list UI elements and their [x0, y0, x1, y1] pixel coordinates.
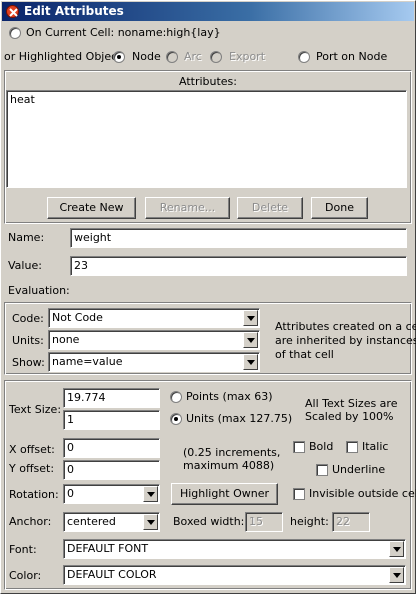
name-input-value: weight	[74, 231, 112, 244]
chevron-down-icon[interactable]	[389, 541, 404, 557]
export-radio[interactable]	[210, 51, 222, 63]
chevron-down-icon[interactable]	[143, 486, 158, 502]
attributes-header: Attributes:	[178, 75, 237, 88]
rotation-label: Rotation:	[9, 488, 59, 501]
code-dropdown-value: Not Code	[52, 311, 103, 324]
chevron-down-icon[interactable]	[243, 354, 258, 370]
chevron-down-icon[interactable]	[243, 310, 258, 326]
y-offset-label: Y offset:	[9, 462, 55, 475]
text-size-units-value: 1	[67, 413, 74, 426]
units-radio[interactable]	[170, 413, 182, 425]
radio-selected-dot	[117, 55, 121, 59]
inheritance-note-line: of that cell	[275, 348, 334, 361]
inheritance-note-line: Attributes created on a cell	[275, 320, 416, 333]
show-dropdown-value: name=value	[52, 355, 123, 368]
increments-note-line: (0.25 increments,	[183, 446, 281, 459]
port-on-node-label: Port on Node	[316, 50, 388, 63]
arc-label: Arc	[184, 50, 202, 63]
scale-note-line: Scaled by 100%	[305, 410, 394, 423]
current-cell-label: On Current Cell: noname:high{lay}	[26, 26, 221, 39]
create-new-button[interactable]: Create New	[47, 197, 136, 219]
height-input[interactable]: 22	[332, 512, 370, 532]
attributes-list[interactable]: heat	[6, 90, 407, 188]
value-input[interactable]: 23	[70, 256, 407, 276]
scale-note-line: All Text Sizes are	[305, 397, 398, 410]
font-dropdown[interactable]: DEFAULT FONT	[63, 539, 406, 559]
text-size-label: Text Size:	[9, 403, 62, 416]
increments-note-line: maximum 4088)	[183, 459, 275, 472]
rotation-dropdown[interactable]: 0	[63, 484, 160, 504]
invisible-outside-cell-label: Invisible outside cell	[309, 487, 416, 500]
x-offset-value: 0	[67, 441, 74, 454]
evaluation-label: Evaluation:	[8, 284, 70, 297]
node-radio[interactable]	[113, 51, 125, 63]
attribute-item[interactable]: heat	[10, 93, 35, 107]
radio-selected-dot	[174, 417, 178, 421]
bold-label: Bold	[309, 440, 334, 453]
units-dropdown[interactable]: none	[48, 330, 260, 350]
name-input[interactable]: weight	[70, 228, 407, 248]
arc-radio[interactable]	[166, 51, 178, 63]
inheritance-note-line: are inherited by instances	[275, 334, 416, 347]
code-label: Code:	[12, 312, 44, 325]
delete-button[interactable]: Delete	[237, 197, 303, 219]
y-offset-value: 0	[67, 463, 74, 476]
chevron-down-icon[interactable]	[243, 332, 258, 348]
boxed-width-label: Boxed width:	[173, 515, 245, 528]
app-icon	[6, 5, 19, 18]
color-label: Color:	[9, 569, 42, 582]
rotation-dropdown-value: 0	[67, 487, 74, 500]
text-size-points-value: 19.774	[67, 391, 106, 404]
show-label: Show:	[12, 356, 45, 369]
italic-checkbox[interactable]	[346, 441, 358, 453]
italic-label: Italic	[362, 440, 389, 453]
chevron-down-icon[interactable]	[389, 567, 404, 583]
current-cell-radio[interactable]	[9, 27, 21, 39]
node-label: Node	[132, 50, 161, 63]
units-dropdown-value: none	[52, 333, 80, 346]
value-label: Value:	[8, 259, 42, 272]
x-offset-input[interactable]: 0	[63, 438, 160, 458]
rename-button[interactable]: Rename...	[145, 197, 230, 219]
show-dropdown[interactable]: name=value	[48, 352, 260, 372]
font-label: Font:	[9, 543, 37, 556]
underline-label: Underline	[332, 463, 386, 476]
boxed-width-input[interactable]: 15	[245, 512, 283, 532]
height-value: 22	[336, 515, 350, 528]
value-input-value: 23	[74, 259, 88, 272]
color-dropdown-value: DEFAULT COLOR	[67, 568, 157, 581]
window-title: Edit Attributes	[24, 4, 124, 18]
code-dropdown[interactable]: Not Code	[48, 308, 260, 328]
name-label: Name:	[8, 231, 45, 244]
port-on-node-radio[interactable]	[298, 51, 310, 63]
chevron-down-icon[interactable]	[143, 514, 158, 530]
done-button[interactable]: Done	[311, 197, 368, 219]
text-size-units-input[interactable]: 1	[63, 410, 160, 430]
underline-checkbox[interactable]	[316, 464, 328, 476]
units-label: Units:	[12, 334, 44, 347]
y-offset-input[interactable]: 0	[63, 460, 160, 480]
font-dropdown-value: DEFAULT FONT	[67, 542, 149, 555]
anchor-dropdown-value: centered	[67, 515, 116, 528]
text-size-points-input[interactable]: 19.774	[63, 388, 160, 408]
boxed-width-value: 15	[249, 515, 263, 528]
height-label: height:	[290, 515, 329, 528]
anchor-dropdown[interactable]: centered	[63, 512, 160, 532]
points-radio[interactable]	[170, 391, 182, 403]
bold-checkbox[interactable]	[293, 441, 305, 453]
anchor-label: Anchor:	[9, 515, 52, 528]
points-label: Points (max 63)	[186, 390, 273, 403]
color-dropdown[interactable]: DEFAULT COLOR	[63, 565, 406, 585]
invisible-outside-cell-checkbox[interactable]	[293, 488, 305, 500]
title-bar[interactable]: Edit Attributes	[2, 2, 414, 21]
units-size-label: Units (max 127.75)	[186, 412, 293, 425]
highlight-owner-button[interactable]: Highlight Owner	[171, 483, 278, 505]
highlighted-object-label: or Highlighted Object:	[4, 50, 126, 63]
x-offset-label: X offset:	[9, 443, 55, 456]
export-label: Export	[229, 50, 266, 63]
